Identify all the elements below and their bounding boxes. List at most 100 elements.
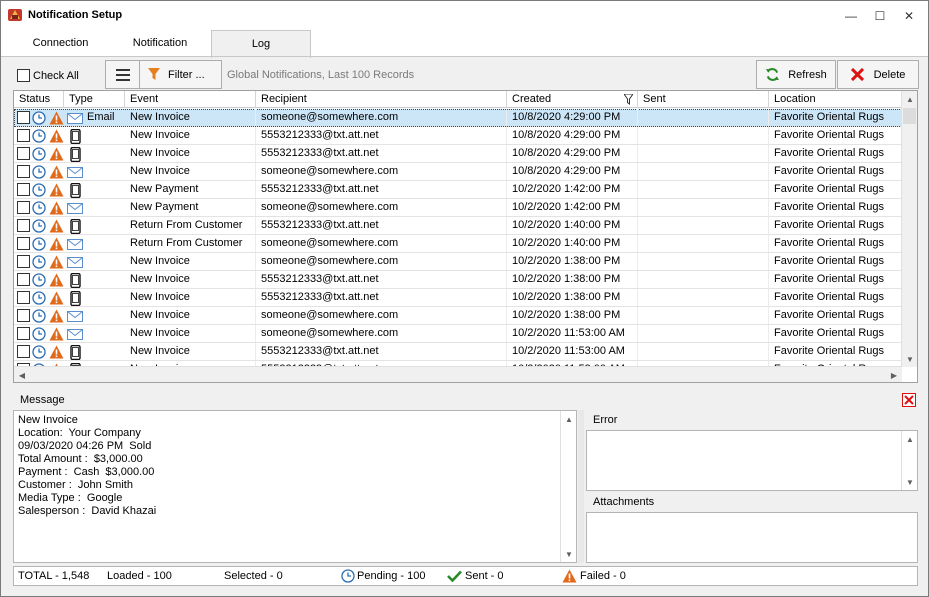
minimize-button[interactable]: — [836, 1, 866, 30]
table-row[interactable]: New Invoice someone@somewhere.com 10/2/202… [14, 325, 902, 343]
delete-label: Delete [873, 68, 906, 81]
table-row[interactable]: New Invoice 5553212333@txt.att.net 10/8/20… [14, 127, 902, 145]
tab-strip: Connection Notification Log [1, 30, 928, 58]
table-row[interactable]: New Invoice 5553212333@txt.att.net 10/8/20… [14, 145, 902, 163]
row-checkbox[interactable] [17, 273, 30, 286]
row-checkbox[interactable] [17, 201, 30, 214]
error-scroll-up-icon[interactable]: ▲ [902, 431, 918, 447]
scroll-down-icon[interactable]: ▼ [902, 351, 917, 367]
warning-icon [49, 147, 64, 161]
message-scroll-up-icon[interactable]: ▲ [561, 411, 577, 427]
maximize-button[interactable]: ☐ [865, 1, 895, 30]
email-icon [67, 239, 83, 250]
row-event: New Invoice [125, 325, 256, 342]
tab-notification[interactable]: Notification [112, 30, 208, 57]
pending-clock-icon [32, 201, 46, 215]
error-scrollbar[interactable]: ▲ ▼ [901, 431, 917, 490]
table-row[interactable]: New Invoice5553212333@txt.att.net10/2/20… [14, 343, 902, 361]
table-row[interactable]: New Payment 5553212333@txt.att.net 10/2/20… [14, 181, 902, 199]
pending-clock-icon [32, 219, 46, 233]
filter-button[interactable]: Filter ... [139, 60, 222, 89]
row-checkbox[interactable] [17, 345, 30, 358]
row-location: Favorite Oriental Rugs [769, 217, 902, 234]
row-checkbox[interactable] [17, 129, 30, 142]
row-sent [638, 145, 769, 162]
scroll-up-icon[interactable]: ▲ [902, 91, 917, 107]
table-row[interactable]: Email New Invoice someone@somewhere.com 10/… [14, 109, 902, 127]
delete-button[interactable]: Delete [837, 60, 919, 89]
check-all-checkbox[interactable] [17, 69, 30, 82]
column-filter-icon[interactable] [624, 94, 633, 105]
column-location[interactable]: Location [769, 91, 902, 108]
warning-icon [49, 183, 64, 197]
row-checkbox[interactable] [17, 111, 30, 124]
scroll-right-icon[interactable]: ▶ [886, 367, 902, 382]
grid-vertical-scrollbar[interactable]: ▲ ▼ [901, 91, 917, 367]
tab-log[interactable]: Log [211, 30, 311, 58]
row-checkbox[interactable] [17, 309, 30, 322]
warning-icon [49, 219, 64, 233]
pending-clock-icon [32, 291, 46, 305]
column-sent[interactable]: Sent [638, 91, 769, 108]
scroll-left-icon[interactable]: ◀ [14, 367, 30, 382]
row-sent [638, 127, 769, 144]
column-recipient[interactable]: Recipient [256, 91, 507, 108]
row-recipient: 5553212333@txt.att.net [256, 181, 507, 198]
table-row[interactable]: Return From Customer 5553212333@txt.att.n… [14, 217, 902, 235]
message-scroll-down-icon[interactable]: ▼ [561, 546, 577, 562]
sent-check-icon [447, 570, 462, 582]
message-scrollbar[interactable]: ▲ ▼ [560, 411, 576, 562]
row-sent [638, 235, 769, 252]
error-scroll-down-icon[interactable]: ▼ [902, 474, 918, 490]
column-status[interactable]: Status [14, 91, 64, 108]
row-checkbox[interactable] [17, 291, 30, 304]
row-checkbox[interactable] [17, 183, 30, 196]
column-type[interactable]: Type [64, 91, 125, 108]
table-row[interactable]: Return From Customer someone@somewhere.co… [14, 235, 902, 253]
row-checkbox[interactable] [17, 327, 30, 340]
row-event: Return From Customer [125, 235, 256, 252]
table-row[interactable]: New Invoice5553212333@txt.att.net10/2/20… [14, 271, 902, 289]
pending-clock-icon [32, 309, 46, 323]
table-row[interactable]: New Invoice someone@somewhere.com 10/2/202… [14, 253, 902, 271]
grid-horizontal-scrollbar[interactable]: ◀ ▶ [14, 366, 902, 382]
row-checkbox[interactable] [17, 147, 30, 160]
row-recipient: 5553212333@txt.att.net [256, 217, 507, 234]
column-event[interactable]: Event [125, 91, 256, 108]
check-all[interactable]: Check All [17, 69, 79, 82]
message-panel: New Invoice Location: Your Company 09/03… [13, 410, 577, 563]
scroll-thumb[interactable] [903, 108, 916, 124]
warning-icon [49, 327, 64, 341]
menu-button[interactable] [105, 60, 140, 89]
table-row[interactable]: New Invoice5553212333@txt.att.net10/2/20… [14, 289, 902, 307]
table-row[interactable]: New Invoice someone@somewhere.com 10/2/202… [14, 307, 902, 325]
window-title: Notification Setup [28, 9, 123, 21]
row-checkbox[interactable] [17, 237, 30, 250]
refresh-button[interactable]: Refresh [756, 60, 836, 89]
pending-clock-icon [32, 327, 46, 341]
row-created: 10/2/2020 1:42:00 PM [507, 181, 638, 198]
column-created[interactable]: Created [507, 91, 638, 108]
row-checkbox[interactable] [17, 165, 30, 178]
pending-clock-icon [32, 129, 46, 143]
message-header: Message [20, 394, 65, 406]
refresh-icon [766, 68, 780, 81]
tab-connection[interactable]: Connection [13, 30, 108, 57]
row-recipient: 5553212333@txt.att.net [256, 289, 507, 306]
row-checkbox[interactable] [17, 219, 30, 232]
warning-icon [49, 309, 64, 323]
table-row[interactable]: New Invoice someone@somewhere.com 10/8/202… [14, 163, 902, 181]
menu-icon [115, 68, 130, 81]
row-created: 10/2/2020 1:40:00 PM [507, 217, 638, 234]
row-checkbox[interactable] [17, 255, 30, 268]
warning-icon [49, 291, 64, 305]
table-row[interactable]: New Payment someone@somewhere.com 10/2/202… [14, 199, 902, 217]
close-panel-icon[interactable] [902, 393, 916, 407]
phone-icon [70, 219, 81, 234]
warning-icon [49, 165, 64, 179]
panel-splitter[interactable] [578, 410, 584, 563]
warning-icon [49, 111, 64, 125]
close-button[interactable]: ✕ [894, 1, 924, 30]
delete-icon [850, 68, 864, 81]
pending-clock-icon [32, 147, 46, 161]
